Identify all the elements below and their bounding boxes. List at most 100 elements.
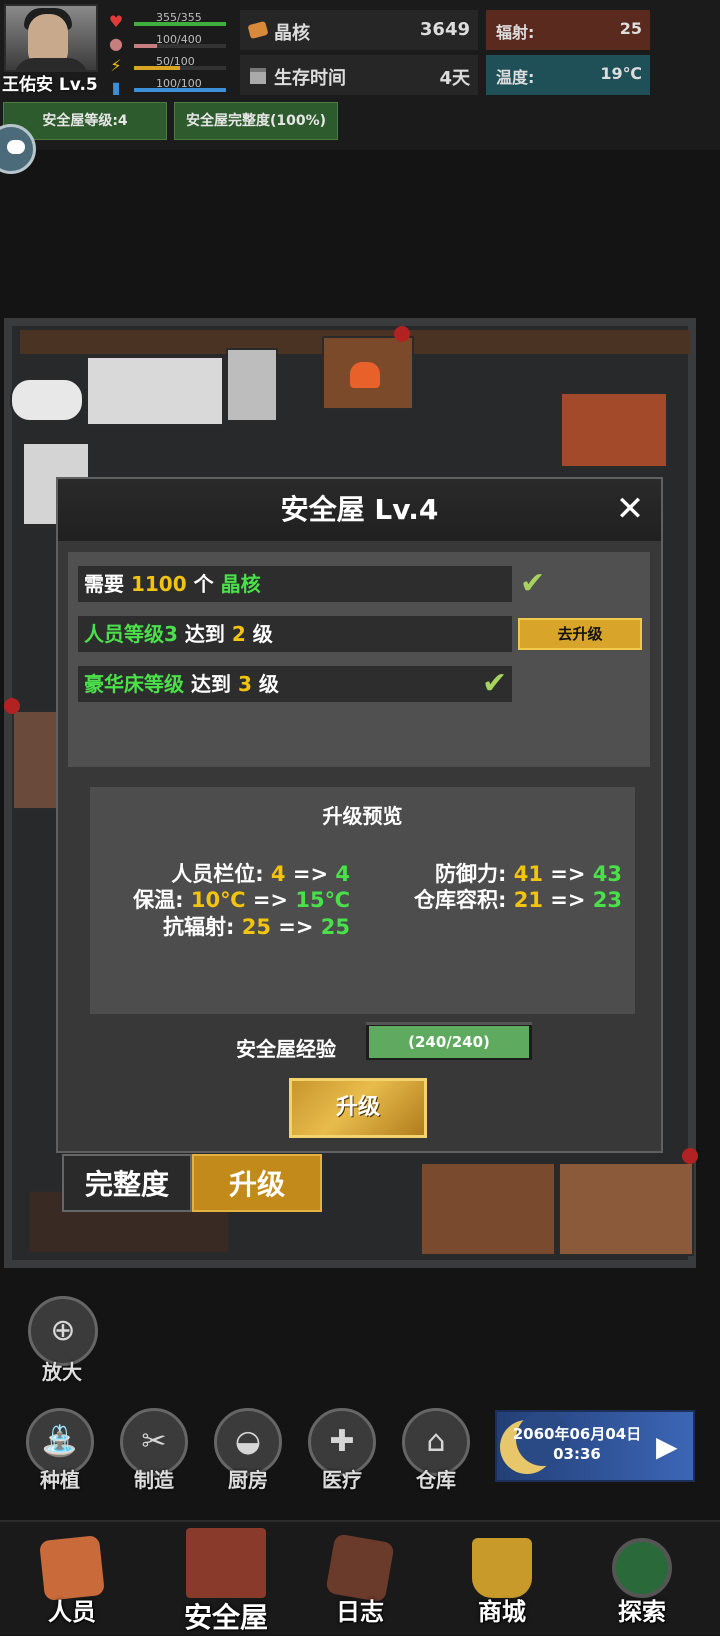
stomach-icon: ● (109, 34, 123, 53)
avatar[interactable] (4, 4, 98, 72)
nav-staff-label: 人员 (48, 1598, 96, 1626)
upgrade-button[interactable]: 升级 (289, 1078, 427, 1138)
requirement-staff-level: 人员等级3 达到 2 级 (78, 616, 512, 652)
req-text: 级 (251, 672, 279, 696)
stat-from: 4 (270, 862, 286, 886)
stat-label: 仓库容积: (413, 888, 507, 912)
energy-icon: ⚡ (110, 56, 122, 75)
stat-to: 43 (592, 862, 622, 886)
stat-from: 25 (241, 915, 271, 939)
req-text: 达到 (177, 622, 232, 646)
req-amount: 2 (231, 622, 246, 646)
arrow-text: => (292, 862, 329, 886)
temperature-resource: 温度: 19℃ (486, 55, 650, 95)
safehouse-integrity-tag[interactable]: 安全屋完整度(100%) (174, 102, 338, 140)
arrow-text: => (550, 862, 586, 886)
dialog-title: 安全屋 Lv.4 (280, 493, 439, 526)
arrow-text: => (550, 888, 586, 912)
radiation-value: 25 (619, 19, 642, 38)
hunger-bar-fill (134, 44, 157, 48)
survival-resource: 生存时间 4天 (240, 55, 478, 95)
medical-cross-icon: ✚ (329, 1424, 355, 1459)
req-item: 晶核 (220, 572, 261, 596)
energy-value: 50/100 (156, 55, 195, 68)
health-value: 355/355 (156, 11, 202, 24)
exp-value: (240/240) (408, 1033, 490, 1051)
temperature-label: 温度: (496, 68, 535, 87)
toilet-icon (10, 378, 84, 422)
player-name: 王佑安 Lv.5 (2, 75, 98, 95)
bathtub-icon (86, 356, 224, 426)
stat-label: 人员栏位: (171, 862, 264, 886)
stat-to: 23 (592, 888, 622, 912)
req-text: 个 (186, 572, 221, 596)
water-heater-icon (226, 348, 278, 422)
nav-staff[interactable]: 人员 (12, 1520, 132, 1633)
calendar-icon (250, 68, 266, 84)
nav-journal[interactable]: 日志 (300, 1520, 420, 1633)
sink-counter-icon (420, 1162, 556, 1256)
preview-insulation: 保温: 10℃ => 15℃ (133, 884, 350, 914)
health-stat: ♥ 355/355 (106, 11, 226, 31)
fire-icon (350, 362, 380, 388)
req-text: 达到 (184, 672, 238, 696)
watering-can-icon: ⛲ (41, 1424, 79, 1459)
radar-icon (612, 1538, 672, 1598)
req-amount: 3 (237, 672, 252, 696)
preview-radiation-resist: 抗辐射: 25 => 25 (163, 911, 350, 941)
hunger-stat: ● 100/400 (106, 33, 226, 53)
stat-from: 10℃ (190, 888, 246, 912)
crystal-value: 3649 (419, 19, 470, 40)
crystal-resource: 晶核 3649 (240, 10, 478, 50)
tools-icon: ✂ (141, 1424, 167, 1459)
temperature-value: 19℃ (600, 64, 642, 83)
stat-from: 41 (513, 862, 543, 886)
radiation-label: 辐射: (496, 23, 535, 42)
stat-label: 抗辐射: (162, 915, 235, 939)
tab-integrity[interactable]: 完整度 (62, 1154, 192, 1212)
warehouse-icon: ⌂ (426, 1424, 446, 1459)
action-crafting-label: 制造 (134, 1468, 174, 1492)
preview-storage: 仓库容积: 21 => 23 (414, 884, 622, 914)
req-amount: 1100 (130, 572, 187, 596)
stove-icon (558, 1162, 694, 1256)
action-warehouse-label: 仓库 (416, 1468, 456, 1492)
date-text: 2060年06月04日 (512, 1425, 642, 1443)
stat-to: 4 (335, 862, 350, 886)
nav-explore-label: 探索 (618, 1598, 666, 1626)
close-icon[interactable]: ✕ (612, 491, 648, 527)
arrow-text: => (252, 888, 289, 912)
requirement-crystal: 需要 1100 个 晶核 (78, 566, 512, 602)
stat-from: 21 (513, 888, 543, 912)
nav-explore[interactable]: 探索 (582, 1520, 702, 1633)
nav-shop-label: 商城 (478, 1598, 526, 1626)
water-icon: ▮ (111, 78, 121, 97)
tab-upgrade[interactable]: 升级 (192, 1154, 322, 1212)
house-icon (186, 1528, 266, 1598)
red-marker-icon (682, 1148, 698, 1164)
crystal-label: 晶核 (274, 23, 310, 44)
water-value: 100/100 (156, 77, 202, 90)
nav-shop[interactable]: 商城 (442, 1520, 562, 1633)
red-marker-icon (4, 698, 20, 714)
requirement-bed-level: 豪华床等级 达到 3 级 (78, 666, 512, 702)
check-icon: ✔ (520, 566, 546, 601)
survival-label: 生存时间 (274, 68, 346, 89)
crystal-icon (248, 21, 268, 39)
req-text: 级 (245, 622, 273, 646)
check-icon: ✔ (482, 666, 508, 701)
req-text: 需要 (84, 572, 131, 596)
arrow-text: => (278, 915, 314, 939)
stat-to: 25 (320, 915, 350, 939)
nav-safehouse[interactable]: 安全屋 (156, 1520, 296, 1634)
next-time-icon[interactable]: ▶ (656, 1430, 678, 1463)
nav-journal-label: 日志 (336, 1598, 384, 1626)
go-upgrade-button[interactable]: 去升级 (518, 618, 642, 650)
action-planting-label: 种植 (40, 1468, 80, 1492)
red-marker-icon (394, 326, 410, 342)
generator-icon (560, 392, 668, 468)
datetime-display: 2060年06月04日 03:36 (497, 1424, 657, 1464)
radiation-resource: 辐射: 25 (486, 10, 650, 50)
preview-title: 升级预览 (322, 804, 403, 828)
nav-safehouse-label: 安全屋 (183, 1601, 268, 1634)
